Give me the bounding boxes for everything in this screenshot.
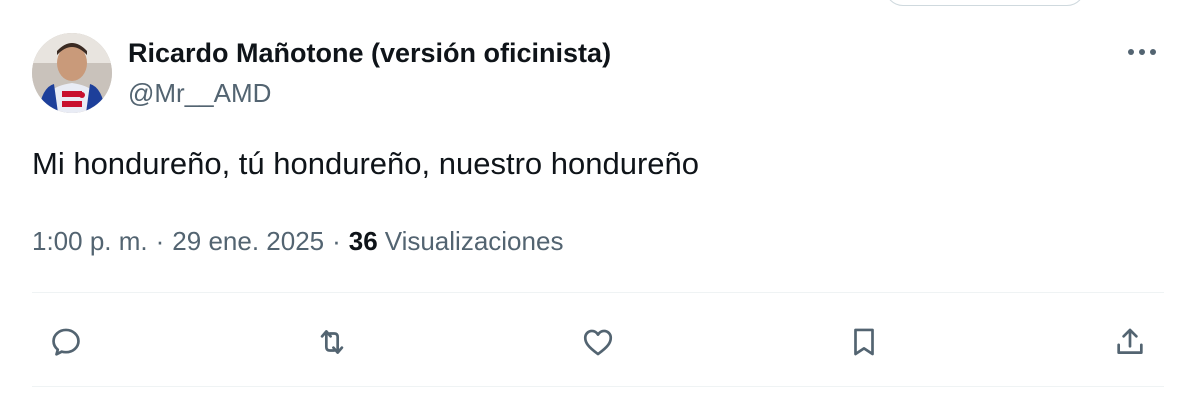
reply-bubble-icon — [52, 328, 80, 356]
reply-button[interactable] — [44, 320, 88, 364]
tweet-date[interactable]: 29 ene. 2025 — [172, 226, 324, 257]
views-count: 36 — [348, 226, 378, 256]
heart-icon — [583, 329, 613, 356]
tweet-text: Mi hondureño, tú hondureño, nuestro hond… — [32, 146, 699, 181]
tweet-metadata: 1:00 p. m. · 29 ene. 2025 · 36 Visualiza… — [32, 226, 563, 257]
views-label: Visualizaciones — [384, 226, 564, 256]
avatar[interactable] — [32, 33, 112, 113]
author-display-name[interactable]: Ricardo Mañotone (versión oficinista) — [128, 38, 611, 69]
retweet-icon — [320, 330, 344, 354]
tweet-card: Ricardo Mañotone (versión oficinista) @M… — [0, 0, 1200, 406]
meta-separator: · — [332, 226, 341, 256]
author-handle[interactable]: @Mr__AMD — [128, 78, 271, 109]
tweet-time[interactable]: 1:00 p. m. — [32, 226, 148, 257]
share-upload-icon — [1117, 328, 1143, 354]
like-button[interactable] — [576, 320, 620, 364]
bookmark-button[interactable] — [842, 320, 886, 364]
share-button[interactable] — [1108, 320, 1152, 364]
top-pill-button[interactable] — [885, 0, 1085, 6]
avatar-image — [32, 33, 112, 113]
divider — [32, 292, 1164, 293]
divider — [32, 386, 1164, 387]
retweet-button[interactable] — [310, 320, 354, 364]
bookmark-icon — [854, 328, 874, 356]
more-options-button[interactable] — [1120, 32, 1164, 72]
meta-separator: · — [155, 226, 165, 256]
more-horizontal-icon — [1128, 49, 1156, 55]
